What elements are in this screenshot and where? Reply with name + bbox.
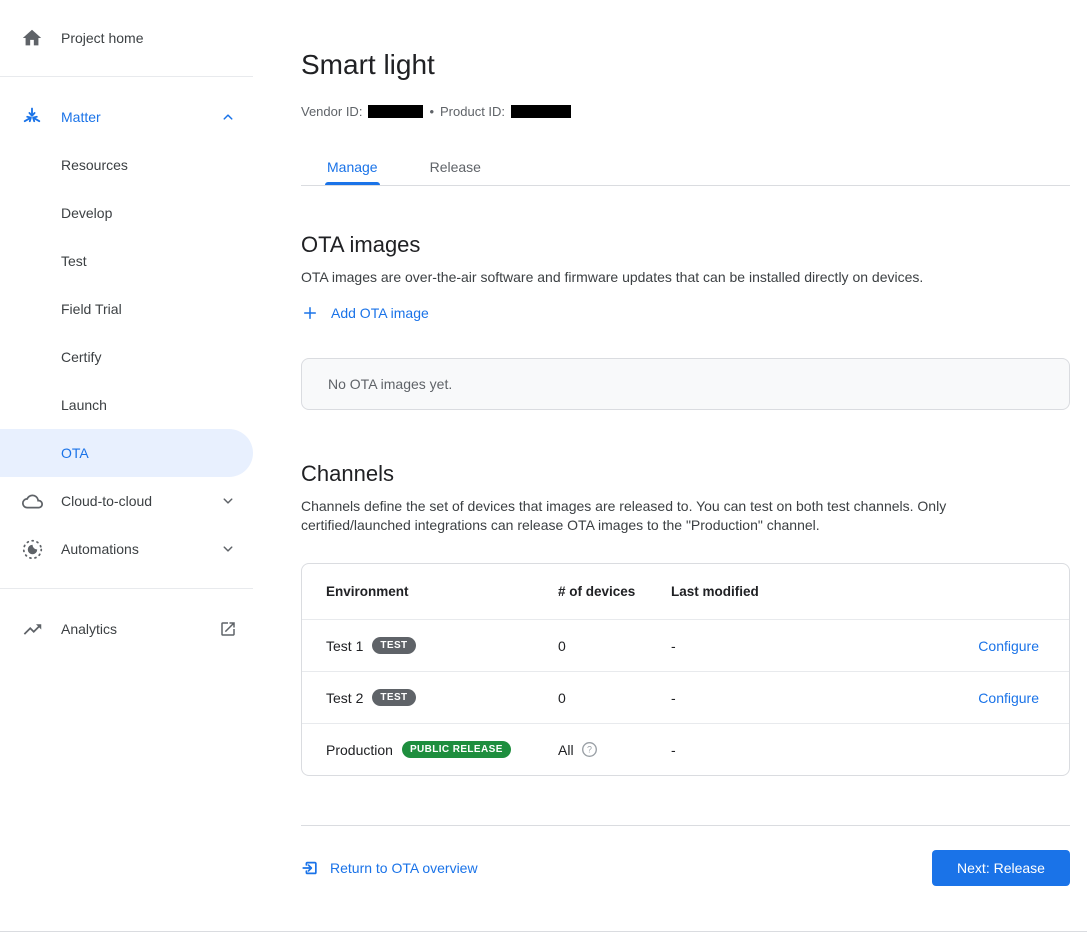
sidebar-item-label: Launch <box>61 397 107 413</box>
sidebar-item-label: Certify <box>61 349 101 365</box>
sidebar-item-certify[interactable]: Certify <box>0 333 253 381</box>
environment-cell: Production PUBLIC RELEASE <box>326 741 558 758</box>
tab-release[interactable]: Release <box>404 149 507 185</box>
next-release-button[interactable]: Next: Release <box>932 850 1070 886</box>
sidebar-item-label: Matter <box>61 109 101 125</box>
last-modified-cell: - <box>671 638 871 654</box>
trending-up-icon <box>20 617 44 641</box>
sidebar-item-matter[interactable]: Matter <box>0 93 253 141</box>
tab-manage[interactable]: Manage <box>301 149 404 185</box>
ota-empty-state: No OTA images yet. <box>301 358 1070 410</box>
sidebar-item-develop[interactable]: Develop <box>0 189 253 237</box>
sidebar-item-label: Automations <box>61 541 139 557</box>
ota-empty-message: No OTA images yet. <box>328 376 452 392</box>
table-row-test-1: Test 1 TEST 0 - Configure <box>302 619 1069 671</box>
channels-section: Channels Channels define the set of devi… <box>301 460 1070 776</box>
tab-label: Release <box>430 159 481 175</box>
action-cell: Configure <box>871 638 1039 654</box>
environment-cell: Test 2 TEST <box>326 689 558 706</box>
sidebar-item-ota[interactable]: OTA <box>0 429 253 477</box>
public-release-badge: PUBLIC RELEASE <box>402 741 511 758</box>
environment-name: Test 2 <box>326 690 363 706</box>
sidebar-item-label: Resources <box>61 157 128 173</box>
test-badge: TEST <box>372 637 415 654</box>
vendor-id-redacted-value <box>368 105 423 118</box>
sidebar-item-label: Cloud-to-cloud <box>61 493 152 509</box>
add-ota-image-label: Add OTA image <box>331 305 429 321</box>
page-title: Smart light <box>301 48 1070 82</box>
sidebar-item-cloud-to-cloud[interactable]: Cloud-to-cloud <box>0 477 253 525</box>
table-header-row: Environment # of devices Last modified <box>302 564 1069 619</box>
chevron-up-icon <box>219 108 237 126</box>
ota-images-section: OTA images OTA images are over-the-air s… <box>301 231 1070 410</box>
test-badge: TEST <box>372 689 415 706</box>
sidebar-item-label: Project home <box>61 30 143 46</box>
home-icon <box>20 26 44 50</box>
vendor-id-label: Vendor ID: <box>301 104 362 119</box>
return-arrow-icon <box>301 859 319 877</box>
last-modified-cell: - <box>671 742 871 758</box>
tab-bar: Manage Release <box>301 149 1070 186</box>
sidebar-item-automations[interactable]: Automations <box>0 525 253 573</box>
sidebar-divider <box>0 76 253 77</box>
environment-cell: Test 1 TEST <box>326 637 558 654</box>
configure-link-test-1[interactable]: Configure <box>978 638 1039 654</box>
channels-description: Channels define the set of devices that … <box>301 497 1046 535</box>
footer-actions: Return to OTA overview Next: Release <box>301 850 1070 886</box>
sidebar-item-label: OTA <box>61 445 89 461</box>
ota-images-heading: OTA images <box>301 231 1070 259</box>
channels-heading: Channels <box>301 460 1070 488</box>
sidebar-item-launch[interactable]: Launch <box>0 381 253 429</box>
main-content: Smart light Vendor ID: • Product ID: Man… <box>301 0 1070 933</box>
sidebar: Project home Matter Resources Develop Te <box>0 0 253 933</box>
sidebar-item-test[interactable]: Test <box>0 237 253 285</box>
sidebar-item-label: Analytics <box>61 621 117 637</box>
sidebar-item-label: Field Trial <box>61 301 122 317</box>
automations-swirl-icon <box>20 537 44 561</box>
devices-cell: 0 <box>558 638 671 654</box>
return-to-ota-overview-link[interactable]: Return to OTA overview <box>301 859 478 877</box>
devices-cell: 0 <box>558 690 671 706</box>
column-header-devices: # of devices <box>558 584 671 599</box>
return-link-label: Return to OTA overview <box>330 860 478 876</box>
configure-link-test-2[interactable]: Configure <box>978 690 1039 706</box>
matter-logo-icon <box>20 105 44 129</box>
last-modified-cell: - <box>671 690 871 706</box>
sidebar-item-label: Develop <box>61 205 112 221</box>
sidebar-item-analytics[interactable]: Analytics <box>0 605 253 653</box>
svg-text:?: ? <box>587 745 592 755</box>
product-id-label: Product ID: <box>440 104 505 119</box>
table-row-production: Production PUBLIC RELEASE All ? - <box>302 723 1069 775</box>
separator-dot: • <box>429 104 434 119</box>
devices-cell: All ? <box>558 741 671 758</box>
channels-table: Environment # of devices Last modified T… <box>301 563 1070 776</box>
sidebar-item-resources[interactable]: Resources <box>0 141 253 189</box>
devices-value: All <box>558 742 574 758</box>
table-row-test-2: Test 2 TEST 0 - Configure <box>302 671 1069 723</box>
column-header-environment: Environment <box>326 584 558 599</box>
plus-icon <box>301 304 319 322</box>
action-cell: Configure <box>871 690 1039 706</box>
add-ota-image-button[interactable]: Add OTA image <box>301 304 429 322</box>
active-tab-indicator <box>325 182 380 185</box>
footer-divider <box>301 825 1070 826</box>
column-header-last-modified: Last modified <box>671 584 871 599</box>
environment-name: Test 1 <box>326 638 363 654</box>
product-id-redacted-value <box>511 105 571 118</box>
sidebar-item-project-home[interactable]: Project home <box>0 14 253 62</box>
environment-name: Production <box>326 742 393 758</box>
sidebar-divider <box>0 588 253 589</box>
cloud-icon <box>20 489 44 513</box>
chevron-down-icon <box>219 492 237 510</box>
question-circle-icon[interactable]: ? <box>581 741 598 758</box>
external-link-icon <box>219 620 237 638</box>
sidebar-item-label: Test <box>61 253 87 269</box>
ota-images-description: OTA images are over-the-air software and… <box>301 268 1070 287</box>
app-window: Project home Matter Resources Develop Te <box>0 0 1087 933</box>
vendor-product-line: Vendor ID: • Product ID: <box>301 104 1070 119</box>
page-bottom-border <box>0 931 1087 932</box>
chevron-down-icon <box>219 540 237 558</box>
tab-label: Manage <box>327 159 378 175</box>
sidebar-item-field-trial[interactable]: Field Trial <box>0 285 253 333</box>
